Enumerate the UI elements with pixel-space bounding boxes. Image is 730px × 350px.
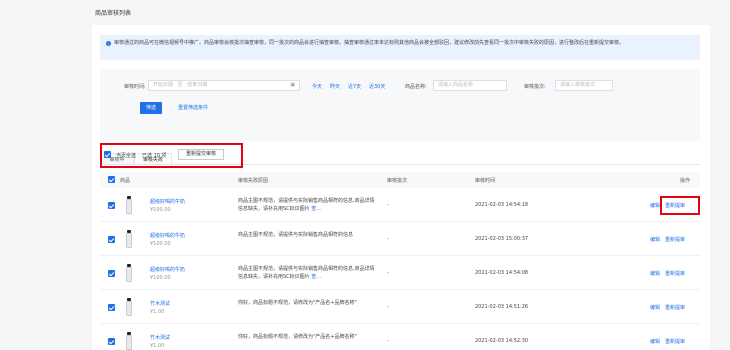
review-batch: - (387, 270, 389, 276)
product-name-link[interactable]: 超级好喝的牛奶 (150, 266, 185, 273)
product-name-link[interactable]: 竹木测试 (150, 300, 170, 307)
quick-today[interactable]: 今天 (312, 83, 322, 90)
edit-link[interactable]: 编辑 (650, 203, 660, 209)
filter-button[interactable]: 筛选 (140, 102, 162, 114)
review-batch: - (387, 202, 389, 208)
review-batch: - (387, 304, 389, 310)
resubmit-link[interactable]: 重新提审 (665, 271, 685, 277)
row-actions: 编辑 重新提审 (650, 304, 690, 311)
header-batch: 审核批次 (387, 178, 408, 184)
product-thumbnail (125, 230, 133, 248)
select-page-label: 当页全选 (116, 153, 137, 159)
product-thumbnail (125, 264, 133, 282)
resubmit-review-button[interactable]: 重新提交审核 (178, 149, 224, 160)
start-date-placeholder: 开始日期 (153, 82, 174, 88)
resubmit-link[interactable]: 重新提审 (665, 237, 685, 243)
table-row: 竹木测试 ¥1.00 你好，商品标题不规范，请修改为"产品名+品牌名称" - 2… (100, 290, 700, 324)
main-card: i 审核通过的商品可在微信视频号中推广。商品审核会核批次抽查审核，同一批次的商品… (92, 25, 710, 350)
date-separator: 至 (177, 82, 183, 88)
batch-label: 审核批次: (524, 84, 546, 90)
notice-banner: i 审核通过的商品可在微信视频号中推广。商品审核会核批次抽查审核，同一批次的商品… (100, 35, 700, 60)
resubmit-link[interactable]: 重新提审 (665, 305, 685, 311)
table-row: 超级好喝的牛奶 ¥100.00 商品主图不规范，请提供与实际销售商品相符的信息,… (100, 256, 700, 290)
selected-count: 已选 10 项 (142, 153, 167, 159)
review-time: 2021-02-03 14:54:18 (475, 202, 529, 208)
quick-yesterday[interactable]: 昨天 (330, 83, 340, 90)
header-time: 审核时间 (475, 178, 496, 184)
row-checkbox[interactable] (108, 202, 115, 209)
table-row: 超级好喝的牛奶 ¥100.00 商品主图不规范，请提供与实际销售商品相符的信息,… (100, 188, 700, 222)
review-time: 2021-02-03 14:54:08 (475, 270, 529, 276)
header-select-all-checkbox[interactable] (108, 176, 115, 183)
edit-link[interactable]: 编辑 (650, 305, 660, 311)
review-batch: - (387, 236, 389, 242)
product-price: ¥100.00 (150, 241, 171, 247)
fail-reason: 你好，商品标题不规范，请修改为"产品名+品牌名称" (238, 300, 357, 306)
product-price: ¥1.00 (150, 343, 165, 349)
reason-more-link[interactable]: 查... (311, 206, 321, 212)
info-icon: i (106, 41, 111, 46)
product-price: ¥100.00 (150, 207, 171, 213)
batch-input[interactable]: 请输入审核批次 (555, 80, 613, 91)
page-title: 商品审核列表 (95, 10, 132, 17)
resubmit-link[interactable]: 重新提审 (665, 339, 685, 345)
header-ops: 操作 (680, 178, 691, 184)
product-thumbnail (125, 298, 133, 316)
row-checkbox[interactable] (108, 304, 115, 311)
review-time: 2021-02-03 14:51:26 (475, 304, 529, 310)
edit-link[interactable]: 编辑 (650, 271, 660, 277)
product-thumbnail (125, 332, 133, 350)
notice-text: 审核通过的商品可在微信视频号中推广。商品审核会核批次抽查审核，同一批次的商品会进… (114, 40, 625, 46)
row-actions: 编辑 重新提审 (650, 338, 690, 345)
product-name-placeholder: 请输入商品名称 (438, 82, 474, 88)
row-checkbox[interactable] (108, 338, 115, 345)
end-date-placeholder: 结束日期 (187, 82, 208, 88)
product-name-link[interactable]: 超级好喝的牛奶 (150, 198, 185, 205)
row-checkbox[interactable] (108, 236, 115, 243)
product-price: ¥100.00 (150, 275, 171, 281)
product-name-input[interactable]: 请输入商品名称 (433, 80, 507, 91)
quick-30days[interactable]: 近30天 (369, 83, 385, 90)
quick-7days[interactable]: 近7天 (348, 83, 361, 90)
calendar-icon: ▣ (290, 82, 295, 88)
product-name-link[interactable]: 超级好喝的牛奶 (150, 232, 185, 239)
time-label: 审核时间: (124, 84, 146, 90)
row-actions: 编辑 重新提审 (650, 236, 690, 243)
select-page-checkbox[interactable] (104, 151, 111, 158)
table-row: 超级好喝的牛奶 ¥100.00 商品主图不规范，请提供与实际销售商品相符的信息 … (100, 222, 700, 256)
resubmit-highlight-box (660, 196, 700, 215)
table-header: 商品 审核失败原因 审核批次 审核时间 操作 (100, 172, 700, 188)
product-name-link[interactable]: 竹木测试 (150, 334, 170, 341)
review-time: 2021-02-03 15:00:37 (475, 236, 529, 242)
date-range-picker[interactable]: 开始日期 至 结束日期 ▣ (148, 80, 300, 91)
reason-more-link[interactable]: 查... (311, 274, 321, 280)
fail-reason: 商品主图不规范，请提供与实际销售商品相符的信息 (238, 232, 354, 238)
table-row: 竹木测试 ¥1.00 你好，商品标题不规范，请修改为"产品名+品牌名称" - 2… (100, 324, 700, 350)
edit-link[interactable]: 编辑 (650, 339, 660, 345)
row-actions: 编辑 重新提审 (650, 270, 690, 277)
reset-filter-link[interactable]: 重置筛选条件 (178, 104, 208, 111)
name-label: 商品名称: (405, 84, 427, 90)
fail-reason: 你好，商品标题不规范，请修改为"产品名+品牌名称" (238, 334, 357, 340)
review-time: 2021-02-03 14:52:30 (475, 338, 529, 344)
product-price: ¥1.00 (150, 309, 165, 315)
product-thumbnail (125, 196, 133, 214)
edit-link[interactable]: 编辑 (650, 237, 660, 243)
header-product: 商品 (120, 178, 131, 184)
batch-placeholder: 请输入审核批次 (560, 82, 596, 88)
header-reason: 审核失败原因 (238, 178, 269, 184)
fail-reason: 商品主图不规范，请提供与实际销售商品相符的信息,商品详情信息缺失，请补充用SC标… (238, 266, 375, 280)
row-checkbox[interactable] (108, 270, 115, 277)
review-batch: - (387, 338, 389, 344)
fail-reason: 商品主图不规范，请提供与实际销售商品相符的信息,商品详情信息缺失，请补充用SC标… (238, 198, 375, 212)
